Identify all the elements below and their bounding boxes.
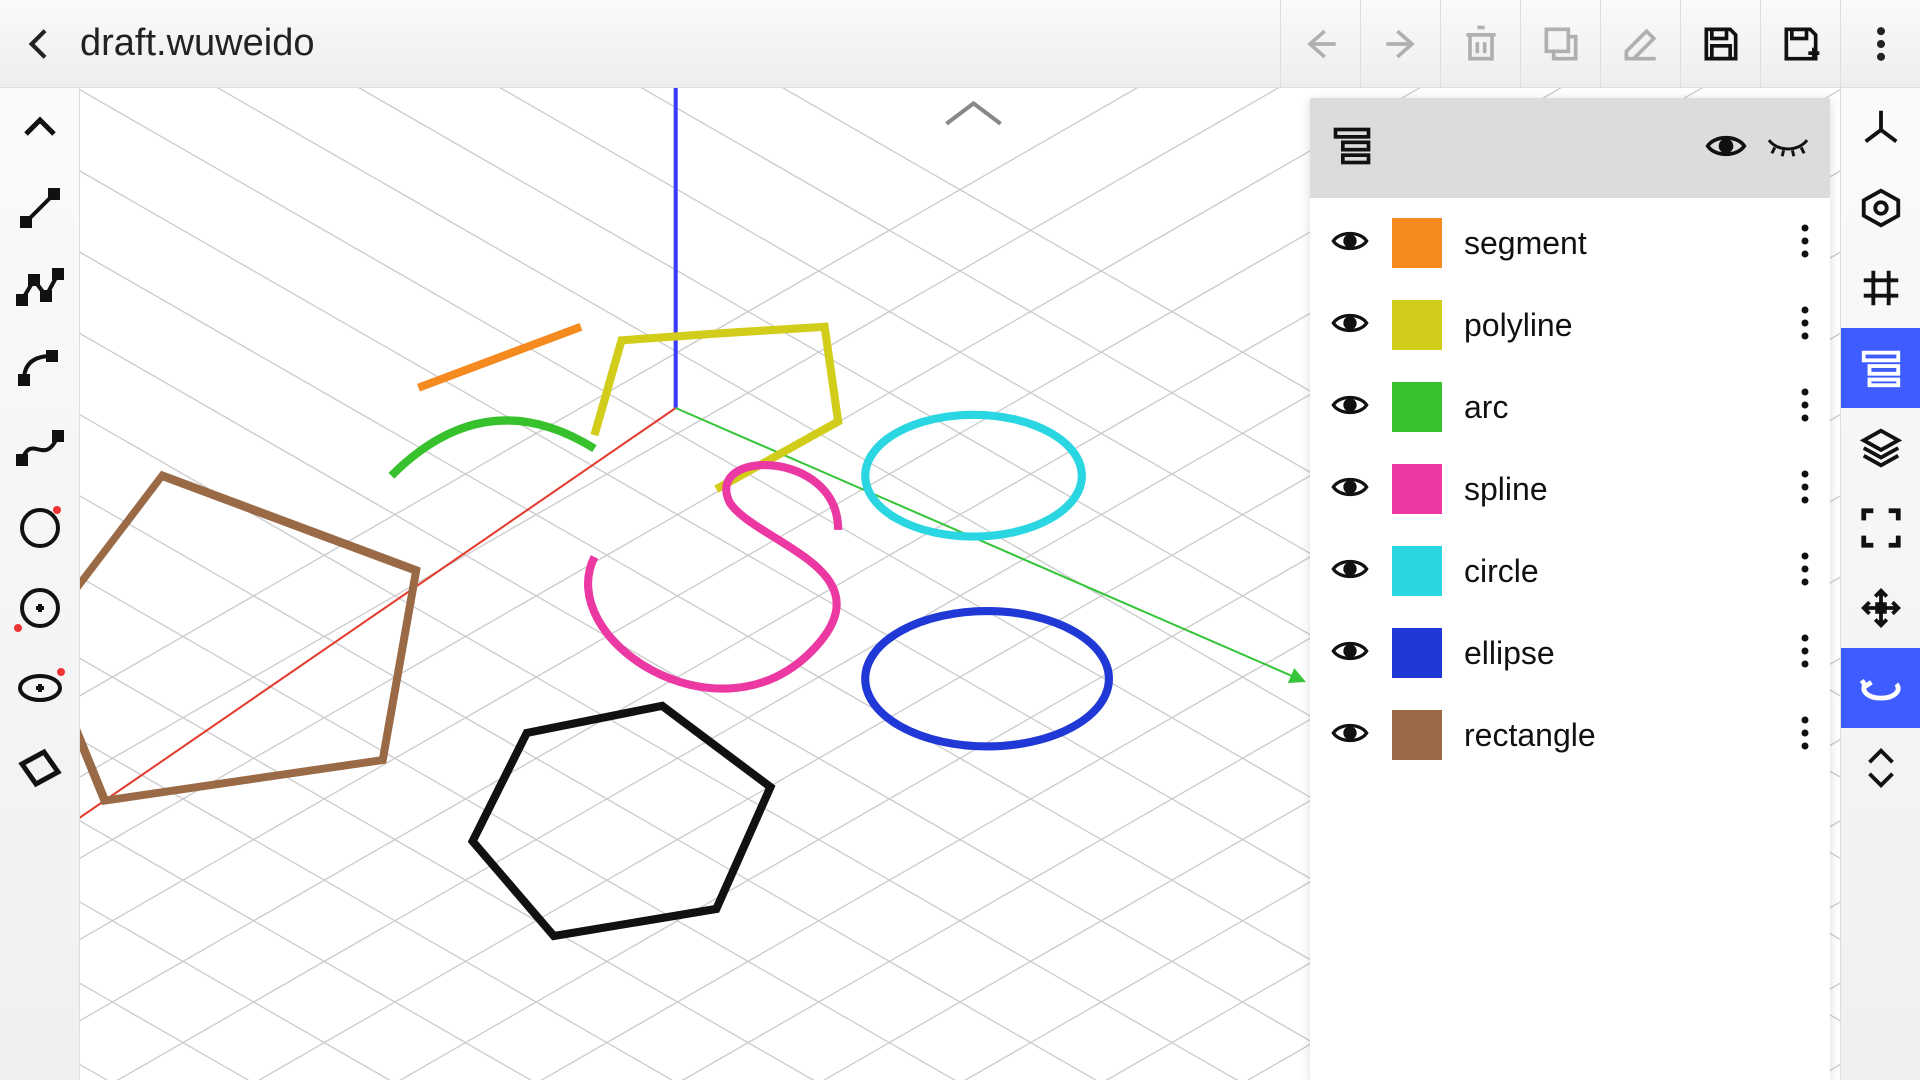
layers-tree-icon[interactable]	[1330, 124, 1374, 173]
layers-panel-icon[interactable]	[1841, 328, 1920, 408]
layer-name: spline	[1464, 471, 1778, 508]
eye-icon[interactable]	[1330, 473, 1370, 506]
show-all-icon[interactable]	[1704, 124, 1748, 173]
color-swatch[interactable]	[1392, 464, 1442, 514]
header-bar: draft.wuweido	[0, 0, 1920, 88]
ellipse-tool[interactable]	[0, 648, 79, 728]
color-swatch[interactable]	[1392, 628, 1442, 678]
save-as-button[interactable]	[1760, 0, 1840, 87]
left-toolbar	[0, 88, 80, 1080]
stack-layers-icon[interactable]	[1841, 408, 1920, 488]
view-cube-icon[interactable]	[1841, 168, 1920, 248]
color-swatch[interactable]	[1392, 300, 1442, 350]
layer-name: arc	[1464, 389, 1778, 426]
polyline-tool[interactable]	[0, 248, 79, 328]
orbit-icon[interactable]	[1841, 648, 1920, 728]
arc-tool[interactable]	[0, 328, 79, 408]
layer-name: circle	[1464, 553, 1778, 590]
more-icon[interactable]	[1800, 469, 1810, 510]
more-icon[interactable]	[1800, 715, 1810, 756]
more-icon[interactable]	[1800, 305, 1810, 346]
layer-row[interactable]: rectangle	[1310, 694, 1830, 776]
layers-panel-header	[1310, 98, 1830, 198]
color-swatch[interactable]	[1392, 546, 1442, 596]
layers-list[interactable]: segment polyline arc spline circle ellipse rec…	[1310, 198, 1830, 1080]
layer-row[interactable]: arc	[1310, 366, 1830, 448]
layer-row[interactable]: ellipse	[1310, 612, 1830, 694]
expand-vert-icon[interactable]	[1841, 728, 1920, 808]
fullscreen-icon[interactable]	[1841, 488, 1920, 568]
duplicate-button[interactable]	[1520, 0, 1600, 87]
menu-button[interactable]	[1840, 0, 1920, 87]
segment-tool[interactable]	[0, 168, 79, 248]
layers-panel: segment polyline arc spline circle ellipse rec…	[1310, 98, 1830, 1080]
layer-row[interactable]: spline	[1310, 448, 1830, 530]
circle-center-tool[interactable]	[0, 568, 79, 648]
right-toolbar	[1840, 88, 1920, 1080]
layer-row[interactable]: polyline	[1310, 284, 1830, 366]
save-button[interactable]	[1680, 0, 1760, 87]
layer-name: rectangle	[1464, 717, 1778, 754]
hide-all-icon[interactable]	[1766, 124, 1810, 173]
eye-icon[interactable]	[1330, 637, 1370, 670]
move-icon[interactable]	[1841, 568, 1920, 648]
undo-button[interactable]	[1280, 0, 1360, 87]
color-swatch[interactable]	[1392, 218, 1442, 268]
back-button[interactable]	[20, 24, 60, 64]
collapse-up-icon[interactable]	[0, 88, 79, 168]
eye-icon[interactable]	[1330, 227, 1370, 260]
spline-tool[interactable]	[0, 408, 79, 488]
file-title: draft.wuweido	[80, 22, 314, 65]
rectangle-tool[interactable]	[0, 728, 79, 808]
more-icon[interactable]	[1800, 551, 1810, 592]
eye-icon[interactable]	[1330, 309, 1370, 342]
eye-icon[interactable]	[1330, 391, 1370, 424]
edit-button[interactable]	[1600, 0, 1680, 87]
layer-row[interactable]: circle	[1310, 530, 1830, 612]
more-icon[interactable]	[1800, 387, 1810, 428]
layer-name: segment	[1464, 225, 1778, 262]
layer-row[interactable]: segment	[1310, 202, 1830, 284]
eye-icon[interactable]	[1330, 555, 1370, 588]
redo-button[interactable]	[1360, 0, 1440, 87]
more-icon[interactable]	[1800, 223, 1810, 264]
circle-tool[interactable]	[0, 488, 79, 568]
delete-button[interactable]	[1440, 0, 1520, 87]
color-swatch[interactable]	[1392, 710, 1442, 760]
axes-icon[interactable]	[1841, 88, 1920, 168]
color-swatch[interactable]	[1392, 382, 1442, 432]
layer-name: ellipse	[1464, 635, 1778, 672]
more-icon[interactable]	[1800, 633, 1810, 674]
layer-name: polyline	[1464, 307, 1778, 344]
eye-icon[interactable]	[1330, 719, 1370, 752]
grid-icon[interactable]	[1841, 248, 1920, 328]
